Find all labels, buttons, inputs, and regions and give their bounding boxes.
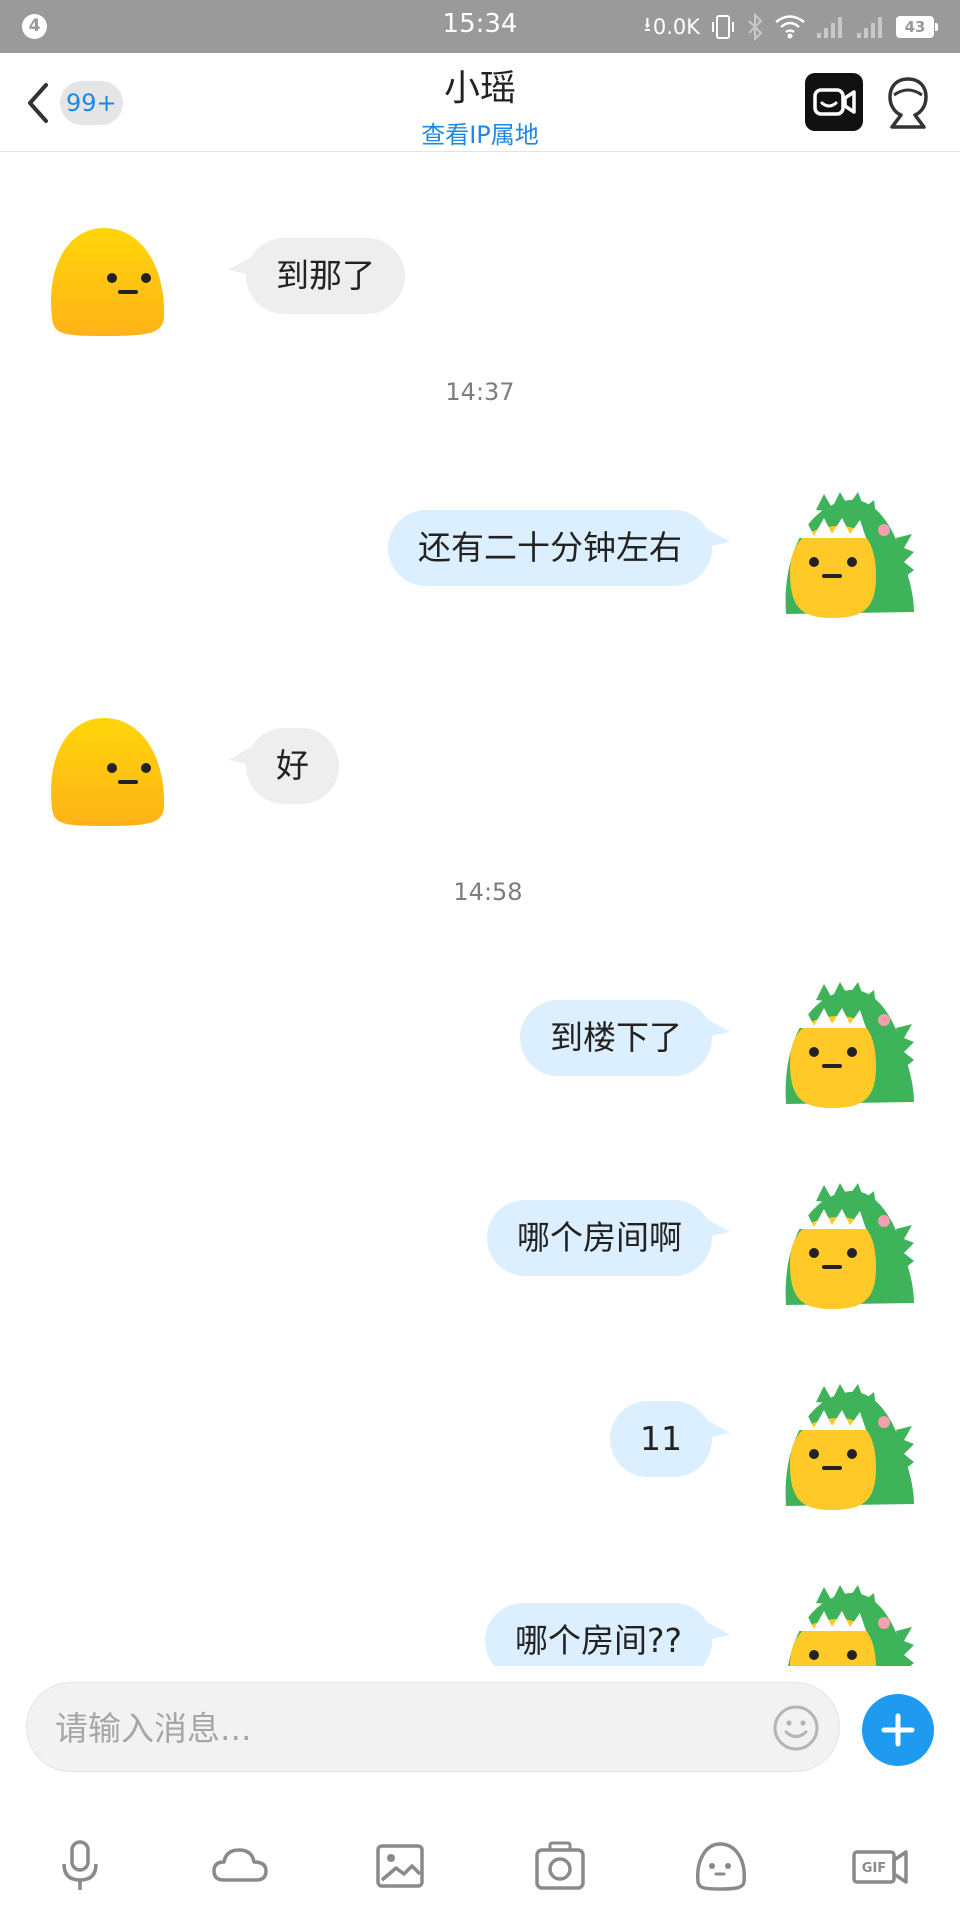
sticker-icon xyxy=(696,1842,746,1891)
camera-button[interactable] xyxy=(530,1836,590,1896)
contact-avatar[interactable] xyxy=(38,706,172,840)
emoji-icon[interactable] xyxy=(771,1703,821,1753)
signal-strength-icon-2 xyxy=(857,17,882,38)
camera-icon xyxy=(535,1841,585,1890)
status-time: 15:34 xyxy=(442,9,518,39)
microphone-icon xyxy=(62,1840,98,1890)
gif-icon: GIF xyxy=(852,1850,908,1884)
message-bubble-outgoing[interactable]: 哪个房间?? xyxy=(484,1603,712,1666)
message-timestamp: 14:37 xyxy=(445,378,515,406)
contact-profile-button[interactable] xyxy=(880,73,936,133)
person-icon xyxy=(888,77,928,129)
message-list[interactable]: 到那了 14:37 还有二十分钟左右 好 14:58 到楼下了 哪个房间啊 11… xyxy=(0,152,960,1666)
status-icons: ⭳ 0.0K 43 xyxy=(643,10,938,44)
status-bar: 4 15:34 ⭳ 0.0K 43 xyxy=(0,0,960,53)
svg-text:GIF: GIF xyxy=(862,1861,886,1876)
message-bubble-outgoing[interactable]: 哪个房间啊 xyxy=(487,1200,712,1276)
message-input[interactable] xyxy=(53,1683,737,1773)
message-bubble-incoming[interactable]: 好 xyxy=(246,728,339,804)
vibrate-icon xyxy=(712,15,734,39)
more-actions-button[interactable] xyxy=(862,1694,934,1766)
message-bubble-outgoing[interactable]: 还有二十分钟左右 xyxy=(388,510,712,586)
user-avatar[interactable] xyxy=(780,1181,914,1315)
chat-header: 99+ 小瑶 查看IP属地 xyxy=(0,53,960,152)
view-ip-location-link[interactable]: 查看IP属地 xyxy=(380,115,580,150)
image-icon xyxy=(376,1844,424,1888)
battery-indicator: 43 xyxy=(896,16,938,38)
input-panel: GIF xyxy=(0,1666,960,1920)
sticker-button[interactable] xyxy=(690,1836,750,1896)
voice-button[interactable] xyxy=(50,1836,110,1896)
user-avatar[interactable] xyxy=(780,490,914,624)
message-bubble-outgoing[interactable]: 到楼下了 xyxy=(520,1000,712,1076)
input-toolbar: GIF xyxy=(0,1826,960,1906)
user-avatar[interactable] xyxy=(780,1583,914,1666)
bluetooth-icon xyxy=(748,13,763,41)
signal-strength-icon xyxy=(817,17,842,38)
video-call-button[interactable] xyxy=(805,73,863,131)
message-input-box[interactable] xyxy=(26,1682,840,1773)
photo-button[interactable] xyxy=(370,1836,430,1896)
gif-button[interactable]: GIF xyxy=(850,1836,910,1896)
user-avatar[interactable] xyxy=(780,1382,914,1516)
plus-icon xyxy=(881,1713,915,1747)
message-timestamp: 14:58 xyxy=(453,878,523,906)
notification-count-badge: 4 xyxy=(22,14,47,39)
download-arrow-icon: ⭳ xyxy=(643,12,651,36)
wifi-icon xyxy=(775,15,805,39)
cloud-file-button[interactable] xyxy=(210,1836,270,1896)
contact-avatar[interactable] xyxy=(38,216,172,350)
message-bubble-outgoing[interactable]: 11 xyxy=(610,1401,712,1477)
message-bubble-incoming[interactable]: 到那了 xyxy=(246,238,405,314)
cloud-icon xyxy=(212,1848,268,1882)
user-avatar[interactable] xyxy=(780,980,914,1114)
video-camera-icon xyxy=(813,88,856,116)
network-speed: 0.0K xyxy=(652,15,700,39)
